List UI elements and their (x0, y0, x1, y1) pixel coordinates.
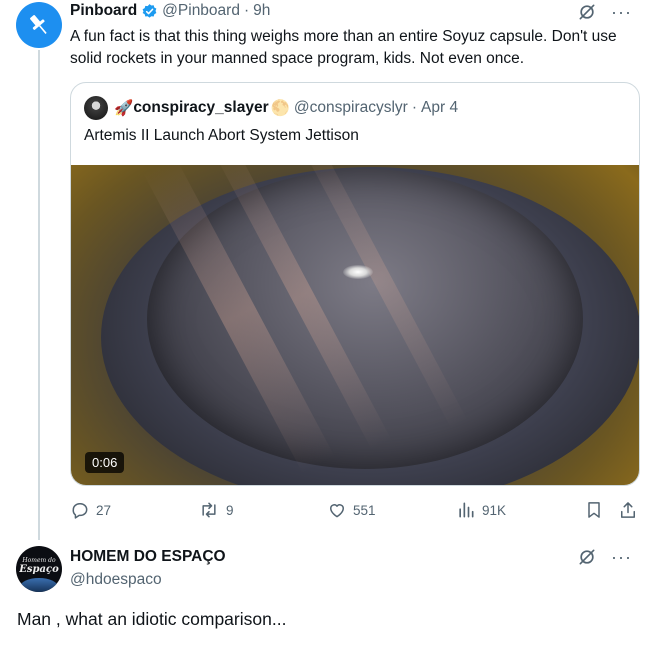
tweet-text: A fun fact is that this thing weighs mor… (70, 28, 617, 67)
pinboard-avatar[interactable] (16, 2, 62, 48)
grok-icon[interactable] (577, 547, 597, 567)
repost-button[interactable]: 9 (198, 499, 234, 521)
more-icon[interactable]: ··· (611, 3, 632, 21)
share-button[interactable] (618, 499, 644, 521)
separator-dot: · (243, 2, 250, 19)
tweet-time[interactable]: 9h (253, 2, 270, 20)
avatar-earth-arc (20, 578, 58, 592)
reply-author-name[interactable]: HOMEM DO ESPAÇO (70, 548, 226, 566)
tweet-top-actions: ··· (577, 2, 632, 22)
quote-author-handle[interactable]: @conspiracyslyr (294, 99, 408, 117)
video-glint (343, 265, 373, 279)
pushpin-icon (30, 15, 47, 34)
quoted-tweet-card[interactable]: 🚀 conspiracy_slayer 🌕 @conspiracyslyr · … (70, 82, 640, 486)
quote-date[interactable]: Apr 4 (421, 99, 458, 117)
more-icon[interactable]: ··· (611, 548, 632, 566)
like-count: 551 (353, 502, 376, 518)
reply-top-actions: ··· (577, 547, 632, 567)
author-name[interactable]: Pinboard (70, 2, 137, 20)
thread-connector-line (38, 50, 40, 540)
share-icon (621, 502, 635, 518)
quote-avatar[interactable] (84, 96, 108, 120)
reply-text: Man , what an idiotic comparison... (17, 609, 287, 629)
views-button[interactable]: 91K (456, 499, 506, 521)
repost-icon (202, 502, 216, 518)
bookmark-button[interactable] (584, 499, 610, 521)
tweet-header: Pinboard @Pinboard · 9h (70, 1, 270, 21)
video-duration: 0:06 (85, 452, 125, 473)
quote-separator-dot: · (411, 99, 418, 116)
reply-button[interactable]: 27 (70, 499, 111, 521)
reply-count: 27 (96, 502, 112, 518)
quote-header: 🚀 conspiracy_slayer 🌕 @conspiracyslyr · … (84, 95, 458, 121)
reply-author-handle[interactable]: @hdoespaco (70, 571, 162, 589)
video-player[interactable]: 0:06 (71, 165, 639, 485)
avatar-text-big: Espaço (19, 563, 59, 575)
moon-badge-icon: 🌕 (270, 99, 290, 117)
quote-author-name[interactable]: conspiracy_slayer (133, 99, 268, 117)
like-button[interactable]: 551 (327, 499, 376, 521)
author-handle[interactable]: @Pinboard (162, 2, 240, 20)
hdoespaco-avatar[interactable]: Homem do Espaço (16, 546, 62, 592)
reply-icon (72, 503, 88, 519)
quote-text: Artemis II Launch Abort System Jettison (84, 127, 359, 144)
verified-badge-icon (141, 3, 158, 20)
repost-count: 9 (226, 502, 234, 518)
bookmark-icon (588, 502, 600, 518)
views-count: 91K (482, 502, 507, 518)
rocket-icon: 🚀 (114, 99, 134, 117)
views-icon (459, 502, 474, 518)
tweet-action-bar: 27 9 551 91K (70, 499, 642, 521)
grok-icon[interactable] (577, 2, 597, 22)
like-icon (330, 504, 344, 518)
